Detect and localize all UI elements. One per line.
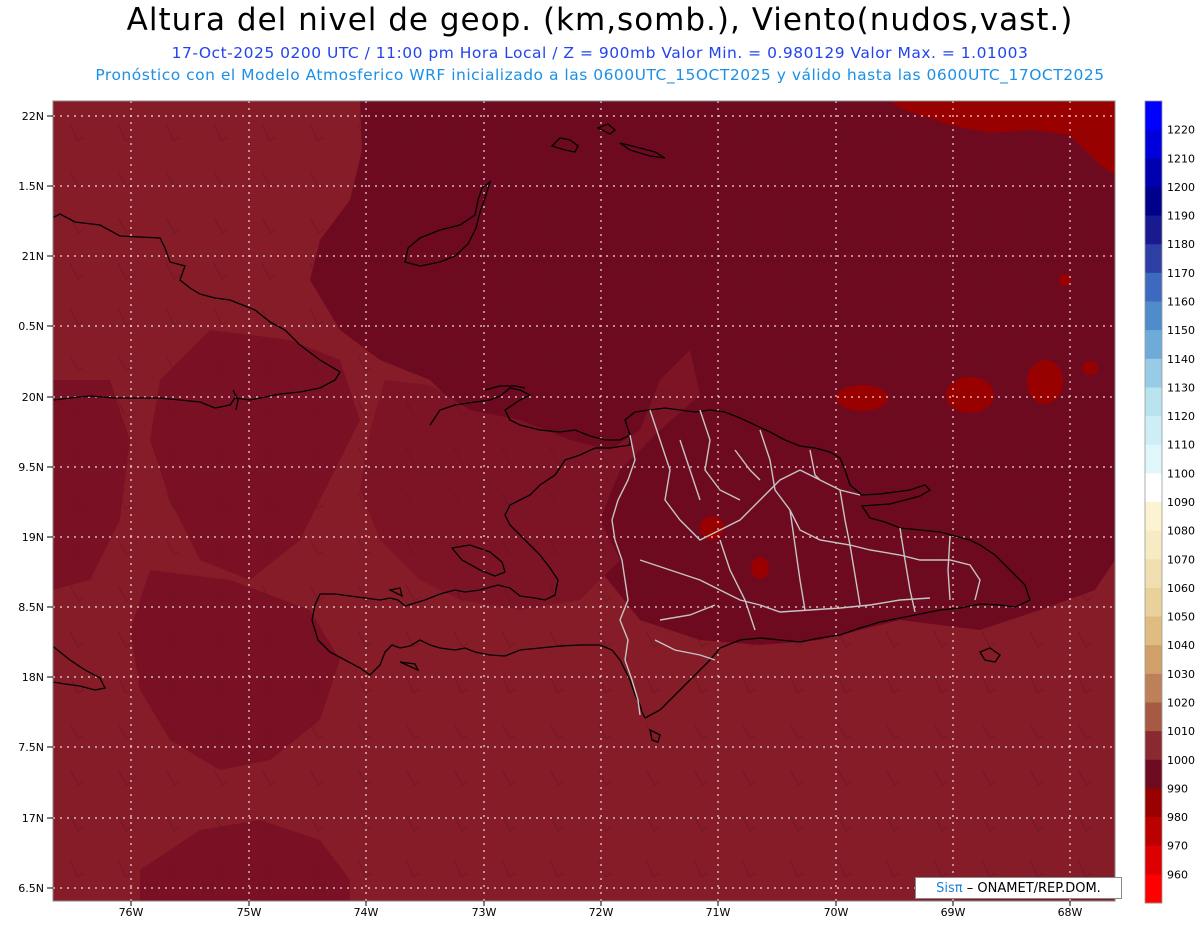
legend-swatch	[1145, 158, 1162, 188]
legend-label: 1110	[1167, 439, 1195, 452]
lon-label: 71W	[706, 906, 731, 919]
legend-label: 990	[1167, 782, 1188, 795]
legend-swatch	[1145, 702, 1162, 732]
legend-swatch	[1145, 129, 1162, 159]
legend-swatch	[1145, 845, 1162, 875]
weather-map: 22N 1.5N 21N 0.5N 20N 9.5N 19N 8.5N 18N …	[18, 100, 1195, 919]
legend-swatch	[1145, 387, 1162, 417]
legend-label: 1150	[1167, 324, 1195, 337]
credit-text: – ONAMET/REP.DOM.	[966, 881, 1101, 896]
legend-swatch	[1145, 673, 1162, 703]
credit-box: Sisπ – ONAMET/REP.DOM.	[915, 877, 1122, 899]
field-patch-980	[1027, 360, 1063, 404]
legend-label: 1000	[1167, 754, 1195, 767]
legend-label: 1100	[1167, 467, 1195, 480]
field-patch-980	[836, 385, 888, 411]
legend-label: 980	[1167, 811, 1188, 824]
legend-label: 1070	[1167, 553, 1195, 566]
lat-label: 19N	[22, 531, 44, 544]
lon-label: 73W	[472, 906, 497, 919]
lon-label: 68W	[1058, 906, 1083, 919]
legend-swatch	[1145, 530, 1162, 560]
legend-swatch	[1145, 444, 1162, 474]
lat-label: 8.5N	[18, 601, 44, 614]
lat-label: 9.5N	[18, 461, 44, 474]
legend-swatch	[1145, 874, 1162, 904]
legend-label: 1180	[1167, 238, 1195, 251]
legend-label: 1080	[1167, 525, 1195, 538]
legend-label: 1050	[1167, 611, 1195, 624]
legend-swatch	[1145, 759, 1162, 789]
legend-label: 970	[1167, 840, 1188, 853]
legend-label: 1010	[1167, 725, 1195, 738]
legend-label: 1220	[1167, 124, 1195, 137]
legend-swatch	[1145, 358, 1162, 388]
legend-swatch	[1145, 587, 1162, 618]
legend-swatch	[1145, 330, 1162, 360]
legend-label: 1200	[1167, 181, 1195, 194]
legend-label: 1140	[1167, 353, 1195, 366]
legend-swatch	[1145, 101, 1162, 131]
legend-label: 1120	[1167, 410, 1195, 423]
legend-label: 1130	[1167, 381, 1195, 394]
legend-label: 1190	[1167, 210, 1195, 223]
brand-logo: Sisπ	[936, 881, 963, 896]
lon-label: 75W	[237, 906, 262, 919]
legend-label: 1210	[1167, 152, 1195, 165]
legend-swatch	[1145, 301, 1162, 331]
legend-swatch	[1145, 473, 1162, 503]
lat-label: 22N	[22, 110, 44, 123]
legend-swatch	[1145, 186, 1162, 217]
lat-label: 6.5N	[18, 882, 44, 895]
lon-label: 70W	[824, 906, 849, 919]
legend-label: 1090	[1167, 496, 1195, 509]
legend-label: 1060	[1167, 582, 1195, 595]
legend-label: 1170	[1167, 267, 1195, 280]
legend-swatch	[1145, 416, 1162, 446]
longitude-axis: 76W 75W 74W 73W 72W 71W 70W 69W 68W	[119, 906, 1083, 919]
legend-label: 1020	[1167, 697, 1195, 710]
field-patch-980	[751, 557, 769, 579]
legend-swatch	[1145, 645, 1162, 675]
legend-swatch	[1145, 817, 1162, 847]
lat-label: 17N	[22, 812, 44, 825]
lat-label: 21N	[22, 250, 44, 263]
legend-swatch	[1145, 616, 1162, 646]
legend-swatch	[1145, 731, 1162, 761]
latitude-axis: 22N 1.5N 21N 0.5N 20N 9.5N 19N 8.5N 18N …	[18, 110, 44, 895]
lon-label: 72W	[589, 906, 614, 919]
legend-label: 1030	[1167, 668, 1195, 681]
field-patch-980	[1059, 274, 1071, 286]
legend-label: 1160	[1167, 296, 1195, 309]
lon-label: 76W	[119, 906, 144, 919]
legend-swatch	[1145, 272, 1162, 302]
lat-label: 20N	[22, 391, 44, 404]
lon-label: 69W	[941, 906, 966, 919]
lat-label: 0.5N	[18, 320, 44, 333]
lat-label: 18N	[22, 671, 44, 684]
lat-label: 1.5N	[18, 180, 44, 193]
legend-label: 960	[1167, 868, 1188, 881]
legend-label: 1040	[1167, 639, 1195, 652]
legend-swatch	[1145, 244, 1162, 274]
legend-swatch	[1145, 215, 1162, 245]
geopotential-field	[53, 101, 1115, 901]
lat-label: 7.5N	[18, 741, 44, 754]
legend-swatch	[1145, 502, 1162, 532]
lon-label: 74W	[354, 906, 379, 919]
legend-swatch	[1145, 788, 1162, 818]
legend-swatch	[1145, 559, 1162, 589]
color-legend: 1220 1210 1200 1190 1180 1170 1160 1150 1140 1130…	[1144, 100, 1195, 904]
